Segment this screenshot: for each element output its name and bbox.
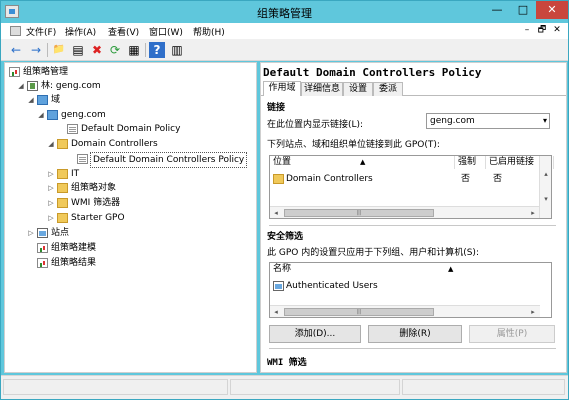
sites-icon: [37, 228, 48, 238]
results-icon: [37, 258, 48, 268]
ou-folder-icon: [57, 139, 68, 149]
collapse-arrow-icon[interactable]: ◢: [37, 108, 45, 122]
expand-arrow-icon[interactable]: ▷: [47, 167, 55, 181]
mdi-restore-button[interactable]: 🗗: [535, 24, 549, 37]
mdi-close-button[interactable]: ✕: [550, 24, 564, 37]
maximize-button[interactable]: □: [510, 1, 536, 19]
up-folder-icon[interactable]: 📁: [51, 42, 67, 58]
menu-view[interactable]: 查看(V): [108, 25, 139, 38]
remove-button[interactable]: 删除(R): [368, 325, 462, 343]
links-heading: 链接: [267, 103, 286, 113]
security-filtering-heading: 安全筛选: [267, 232, 304, 242]
menu-bar: 文件(F) 操作(A) 查看(V) 窗口(W) 帮助(H) – 🗗 ✕: [1, 23, 568, 39]
scroll-down-icon[interactable]: ▾: [540, 194, 552, 204]
location-value: geng.com: [430, 116, 475, 126]
security-list[interactable]: 名称 ▲ Authenticated Users ◂ ||| ▸: [269, 262, 552, 318]
column-header-enforced[interactable]: 强制: [455, 156, 486, 169]
modeling-icon: [37, 243, 48, 253]
ou-folder-icon: [57, 169, 68, 179]
wmi-folder-icon: [57, 198, 68, 208]
scroll-left-icon[interactable]: ◂: [270, 307, 282, 317]
show-links-label: 在此位置内显示链接(L):: [267, 120, 364, 130]
expand-arrow-icon[interactable]: ▷: [27, 226, 35, 240]
vertical-scrollbar[interactable]: ▴ ▾: [539, 156, 551, 218]
collapse-arrow-icon[interactable]: ◢: [27, 93, 35, 107]
help-icon[interactable]: ?: [149, 42, 165, 58]
menu-action[interactable]: 操作(A): [65, 25, 96, 38]
column-header-name[interactable]: 名称 ▲: [270, 263, 554, 276]
toolbar: ← → 📁 ▤ ✖ ⟳ ▦ ? ▥: [1, 39, 568, 61]
refresh-icon[interactable]: ⟳: [107, 42, 123, 58]
tab-strip: 作用域 详细信息 设置 委派: [261, 81, 566, 96]
security-description: 此 GPO 内的设置只应用于下列组、用户和计算机(S):: [267, 248, 479, 258]
links-list[interactable]: 位置 ▲ 强制 已启用链接 Domain Controllers 否 否 ◂ |…: [269, 155, 554, 219]
divider: [269, 225, 556, 226]
mdi-minimize-button[interactable]: –: [520, 24, 534, 37]
details-pane: Default Domain Controllers Policy 作用域 详细…: [260, 62, 567, 373]
sort-up-icon: ▲: [360, 158, 366, 166]
back-arrow-icon[interactable]: ←: [8, 42, 24, 58]
toolbar-separator: [47, 43, 48, 57]
forward-arrow-icon[interactable]: →: [28, 42, 44, 58]
collapse-arrow-icon[interactable]: ◢: [17, 79, 25, 93]
tab-delegation[interactable]: 委派: [373, 82, 403, 96]
console-tree: 组策略管理 ◢ 林: geng.com ◢ 域 ◢ geng.com Defau…: [4, 62, 257, 373]
gpmc-icon: [9, 67, 20, 77]
status-bar: [1, 375, 568, 399]
linked-label: 下列站点、域和组织单位链接到此 GPO(T):: [267, 140, 440, 150]
forest-icon: [27, 81, 38, 91]
app-window: 组策略管理 — □ ✕ 文件(F) 操作(A) 查看(V) 窗口(W) 帮助(H…: [0, 0, 569, 400]
window-title: 组策略管理: [257, 7, 312, 20]
gpo-link-icon: [77, 154, 88, 164]
scroll-thumb[interactable]: |||: [284, 209, 434, 217]
show-hide-tree-icon[interactable]: ▤: [70, 42, 86, 58]
menu-file[interactable]: 文件(F): [26, 25, 56, 38]
properties-button: 属性(P): [469, 325, 555, 343]
tab-settings[interactable]: 设置: [343, 82, 373, 96]
tab-details[interactable]: 详细信息: [301, 82, 343, 96]
scroll-right-icon[interactable]: ▸: [527, 307, 539, 317]
table-cell-enforced: 否: [461, 174, 471, 184]
location-dropdown[interactable]: geng.com ▾: [426, 113, 550, 129]
sort-up-icon: ▲: [448, 265, 454, 273]
gpo-folder-icon: [57, 183, 68, 193]
expand-arrow-icon[interactable]: ▷: [47, 181, 55, 195]
gpo-title: Default Domain Controllers Policy: [263, 66, 482, 79]
status-segment: [3, 379, 228, 395]
status-segment: [402, 379, 565, 395]
scroll-up-icon[interactable]: ▴: [540, 169, 552, 179]
expand-arrow-icon[interactable]: ▷: [47, 196, 55, 210]
horizontal-scrollbar[interactable]: ◂ ||| ▸: [270, 206, 540, 218]
collapse-arrow-icon[interactable]: ◢: [47, 137, 55, 151]
scroll-thumb[interactable]: |||: [284, 308, 434, 316]
ou-folder-icon: [273, 174, 284, 184]
domain-icon: [47, 110, 58, 120]
add-button[interactable]: 添加(D)...: [269, 325, 361, 343]
expand-arrow-icon[interactable]: ▷: [47, 211, 55, 225]
minimize-button[interactable]: —: [484, 1, 510, 19]
chevron-down-icon[interactable]: ▾: [543, 114, 547, 128]
menu-help[interactable]: 帮助(H): [193, 25, 225, 38]
tab-scope[interactable]: 作用域: [263, 81, 301, 96]
divider: [269, 348, 556, 349]
export-list-icon[interactable]: ▦: [126, 42, 142, 58]
scroll-right-icon[interactable]: ▸: [527, 208, 539, 218]
scroll-left-icon[interactable]: ◂: [270, 208, 282, 218]
horizontal-scrollbar[interactable]: ◂ ||| ▸: [270, 305, 540, 317]
wmi-filtering-heading: WMI 筛选: [267, 358, 307, 368]
toolbar-separator: [145, 43, 146, 57]
status-segment: [230, 379, 400, 395]
users-group-icon: [273, 281, 284, 291]
close-button[interactable]: ✕: [536, 1, 568, 19]
domains-icon: [37, 95, 48, 105]
menu-window[interactable]: 窗口(W): [149, 25, 183, 38]
table-cell-enabled: 否: [493, 174, 503, 184]
mdi-document-icon[interactable]: [10, 26, 21, 36]
column-header-location[interactable]: 位置 ▲: [270, 156, 455, 169]
gpo-link-icon: [67, 124, 78, 134]
delete-icon[interactable]: ✖: [89, 42, 105, 58]
title-bar: 组策略管理 — □ ✕: [1, 1, 568, 23]
properties-icon[interactable]: ▥: [169, 42, 185, 58]
starter-gpo-folder-icon: [57, 213, 68, 223]
